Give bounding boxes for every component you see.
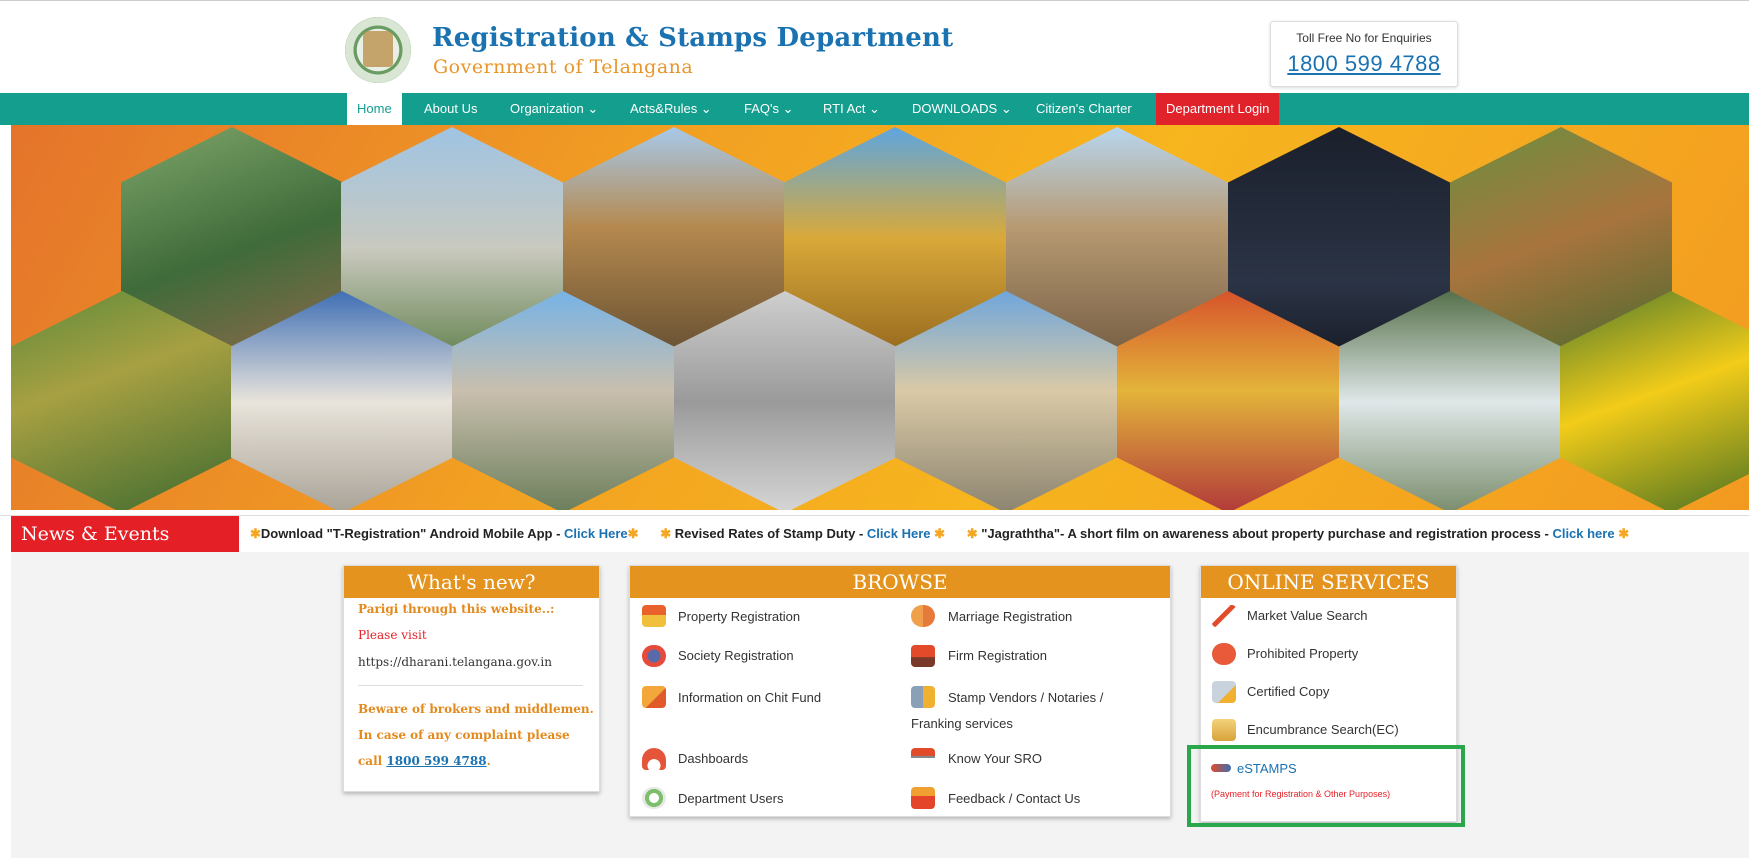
- couple-icon: [911, 605, 935, 627]
- browse-society-registration[interactable]: Society Registration: [678, 648, 794, 663]
- nav-faqs[interactable]: FAQ's ⌄: [734, 93, 804, 125]
- toll-free-box: Toll Free No for Enquiries 1800 599 4788: [1270, 21, 1458, 87]
- browse-department-users[interactable]: Department Users: [678, 791, 783, 806]
- online-services-title: ONLINE SERVICES: [1201, 566, 1456, 598]
- complaint-phone-link[interactable]: 1800 599 4788: [386, 754, 486, 768]
- society-icon: [642, 645, 666, 667]
- news-ticker: ✱Download "T-Registration" Android Mobil…: [250, 516, 1629, 552]
- stamp-vendor-icon: [911, 686, 935, 708]
- estamps-note: (Payment for Registration & Other Purpos…: [1211, 789, 1391, 799]
- news-bar: News & Events ✱Download "T-Registration"…: [0, 515, 1749, 553]
- certified-copy-icon: [1212, 681, 1236, 703]
- browse-know-your-sro[interactable]: Know Your SRO: [948, 751, 1042, 766]
- prohibited-icon: [1212, 643, 1236, 665]
- encumbrance-document-icon: [1212, 719, 1236, 741]
- browse-firm-registration[interactable]: Firm Registration: [948, 648, 1047, 663]
- service-prohibited-property[interactable]: Prohibited Property: [1247, 646, 1358, 661]
- browse-title: BROWSE: [630, 566, 1170, 598]
- star-icon: ✱: [934, 526, 946, 541]
- service-market-value-search[interactable]: Market Value Search: [1247, 608, 1367, 623]
- estamps-logo-icon: [1211, 764, 1231, 772]
- main-nav: Home About Us Organization ⌄ Acts&Rules …: [0, 93, 1749, 125]
- whats-new-line: Beware of brokers and middlemen.: [358, 702, 594, 716]
- service-estamps[interactable]: eSTAMPS: [1237, 761, 1297, 776]
- telangana-emblem-logo[interactable]: [345, 17, 411, 83]
- star-icon: ✱: [660, 526, 672, 541]
- browse-franking-services[interactable]: Franking services: [911, 716, 1013, 731]
- nav-home[interactable]: Home: [347, 93, 402, 125]
- browse-chit-fund[interactable]: Information on Chit Fund: [678, 690, 821, 705]
- nav-acts-rules[interactable]: Acts&Rules ⌄: [620, 93, 722, 125]
- whats-new-call: call 1800 599 4788.: [358, 754, 491, 768]
- browse-stamp-vendors[interactable]: Stamp Vendors / Notaries /: [948, 690, 1103, 705]
- whats-new-title: What's new?: [344, 566, 599, 598]
- chit-fund-icon: [642, 686, 666, 708]
- whats-new-url[interactable]: https://dharani.telangana.gov.in: [358, 655, 552, 669]
- star-icon: ✱: [627, 526, 639, 541]
- toll-free-label: Toll Free No for Enquiries: [1296, 31, 1432, 45]
- service-certified-copy[interactable]: Certified Copy: [1247, 684, 1329, 699]
- browse-feedback-contact[interactable]: Feedback / Contact Us: [948, 791, 1080, 806]
- nav-citizens-charter[interactable]: Citizen's Charter: [1026, 93, 1142, 125]
- nav-about-us[interactable]: About Us: [414, 93, 487, 125]
- star-icon: ✱: [966, 526, 978, 541]
- call-prefix: call: [358, 754, 387, 768]
- whats-new-line: Parigi through this website..:: [358, 602, 555, 616]
- toll-free-number[interactable]: 1800 599 4788: [1271, 51, 1457, 77]
- news-item-link[interactable]: Click here: [1552, 526, 1614, 541]
- signpost-icon: [911, 748, 935, 770]
- news-item-link[interactable]: Click Here: [867, 526, 931, 541]
- call-suffix: .: [486, 754, 491, 768]
- divider: [358, 685, 583, 686]
- news-item-text: Revised Rates of Stamp Duty -: [674, 526, 867, 541]
- trend-chart-icon: [1212, 605, 1236, 627]
- firm-icon: [911, 645, 935, 667]
- news-item-text: "Jagraththa"- A short film on awareness …: [981, 526, 1553, 541]
- browse-property-registration[interactable]: Property Registration: [678, 609, 800, 624]
- star-icon: ✱: [1618, 526, 1630, 541]
- news-item-link[interactable]: Click Here: [564, 526, 628, 541]
- nav-department-login[interactable]: Department Login: [1156, 93, 1280, 125]
- nav-organization[interactable]: Organization ⌄: [500, 93, 608, 125]
- estamps-highlight-box: [1187, 745, 1465, 827]
- news-item-text: Download "T-Registration" Android Mobile…: [260, 526, 565, 541]
- site-header: Registration & Stamps Department Governm…: [0, 0, 1749, 94]
- service-encumbrance-search[interactable]: Encumbrance Search(EC): [1247, 722, 1399, 737]
- whats-new-line: In case of any complaint please: [358, 728, 570, 742]
- department-title[interactable]: Registration & Stamps Department: [432, 23, 953, 53]
- department-users-icon: [642, 787, 666, 809]
- feedback-mailbox-icon: [911, 787, 935, 809]
- news-events-label: News & Events: [11, 516, 239, 552]
- dashboard-gauge-icon: [642, 748, 666, 770]
- browse-dashboards[interactable]: Dashboards: [678, 751, 748, 766]
- nav-downloads[interactable]: DOWNLOADS ⌄: [902, 93, 1022, 125]
- browse-marriage-registration[interactable]: Marriage Registration: [948, 609, 1072, 624]
- house-icon: [642, 605, 666, 627]
- department-subtitle: Government of Telangana: [433, 56, 694, 78]
- hero-banner: [11, 125, 1749, 510]
- whats-new-line: Please visit: [358, 628, 427, 642]
- nav-rti-act[interactable]: RTI Act ⌄: [813, 93, 890, 125]
- star-icon: ✱: [250, 526, 261, 541]
